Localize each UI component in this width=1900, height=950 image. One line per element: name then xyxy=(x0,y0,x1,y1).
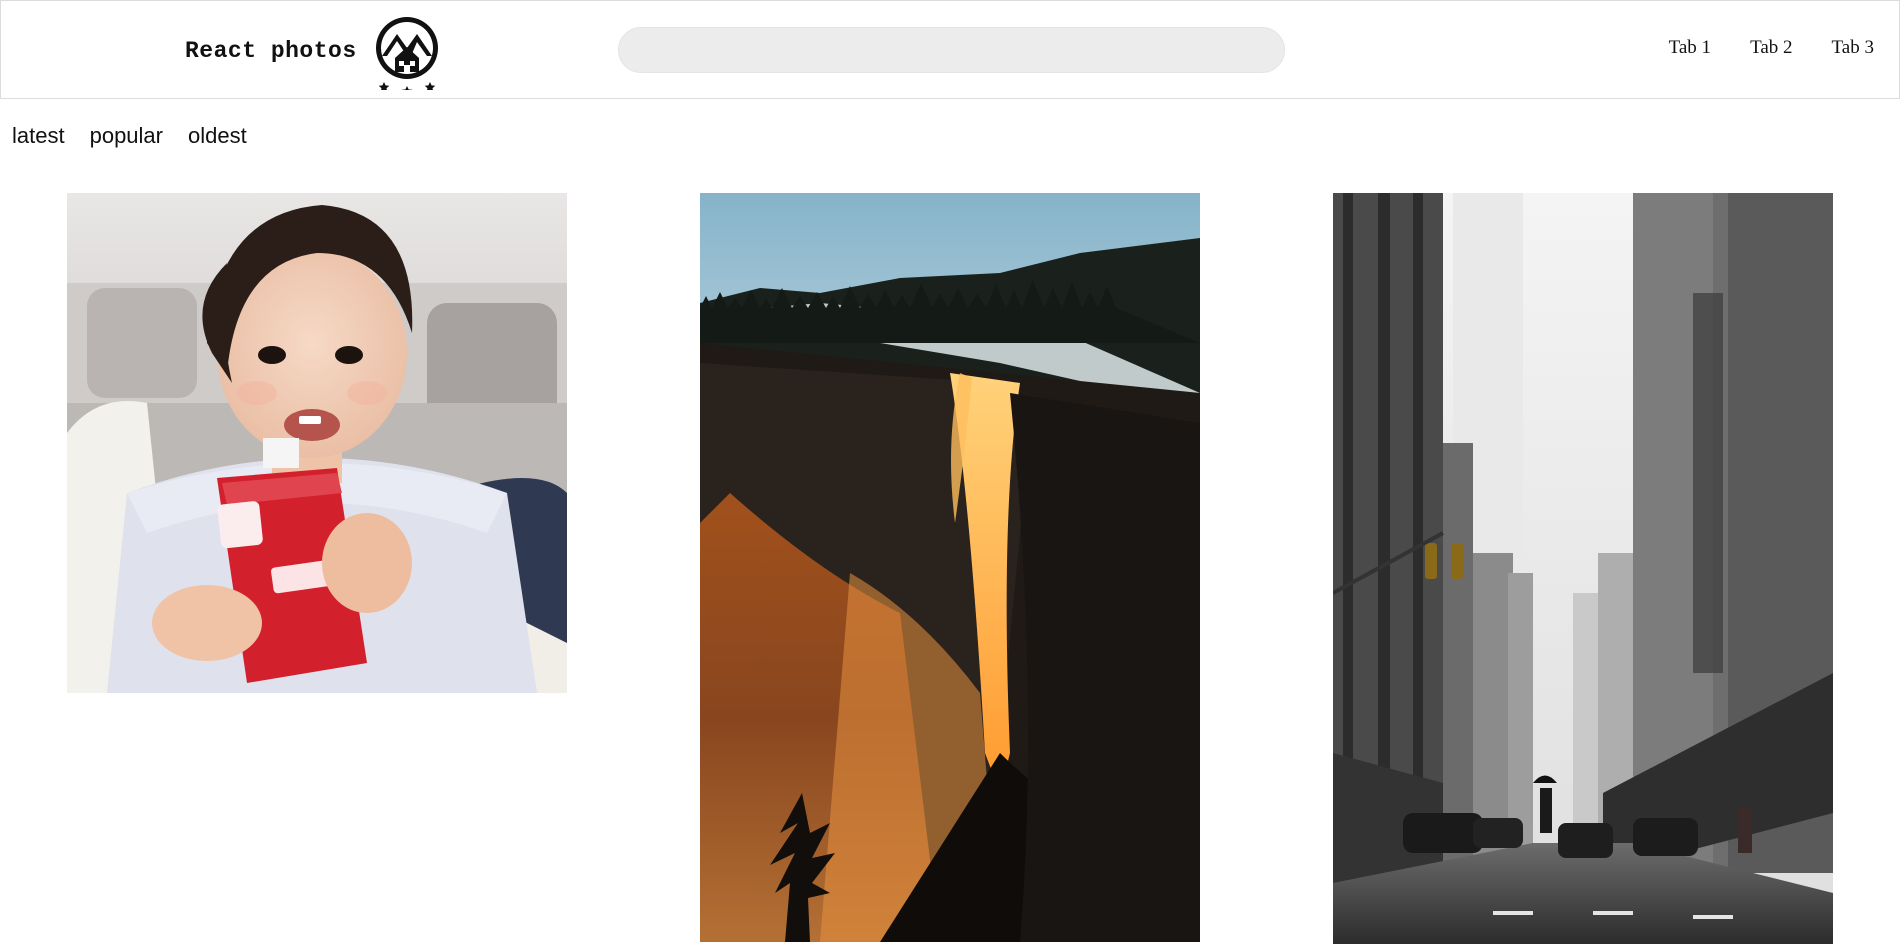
brand-name: React photos xyxy=(185,38,357,64)
city-street-photo-image xyxy=(1333,193,1833,944)
sort-popular[interactable]: popular xyxy=(90,123,163,149)
mountain-house-logo-icon xyxy=(375,17,438,90)
photo-firefall[interactable] xyxy=(700,193,1200,942)
tab-3[interactable]: Tab 3 xyxy=(1832,37,1874,59)
photo-city-street[interactable] xyxy=(1333,193,1833,944)
toddler-photo-image xyxy=(67,193,567,693)
tab-1[interactable]: Tab 1 xyxy=(1669,37,1711,59)
tab-2[interactable]: Tab 2 xyxy=(1750,37,1792,59)
brand[interactable]: React photos xyxy=(185,11,441,91)
sort-latest[interactable]: latest xyxy=(12,123,65,149)
sort-options: latest popular oldest xyxy=(12,123,247,149)
search-input[interactable] xyxy=(618,27,1285,73)
firefall-photo-image xyxy=(700,193,1200,942)
photo-toddler[interactable] xyxy=(67,193,567,693)
tab-bar: Tab 1 Tab 2 Tab 3 xyxy=(1669,37,1874,59)
top-bar: React photos Tab 1 Tab 2 Tab 3 xyxy=(0,0,1900,99)
sort-oldest[interactable]: oldest xyxy=(188,123,247,149)
